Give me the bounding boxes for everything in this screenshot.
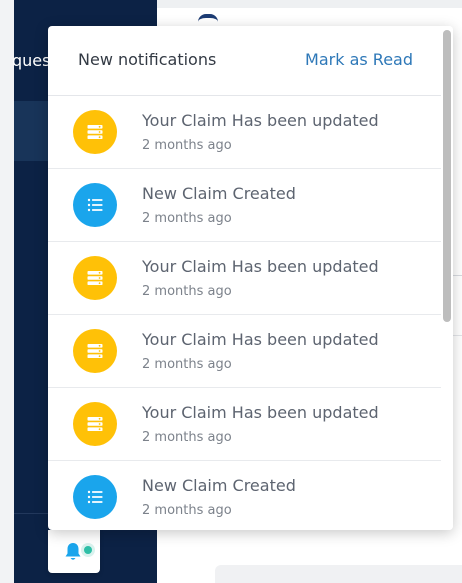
notification-item[interactable]: New Claim Created 2 months ago (48, 461, 441, 530)
notification-time: 2 months ago (142, 211, 232, 226)
sidebar-item-label: ques (12, 51, 51, 70)
server-icon (87, 344, 103, 358)
claim-created-badge (73, 475, 117, 519)
notification-item[interactable]: Your Claim Has been updated 2 months ago (48, 315, 441, 388)
server-icon (87, 125, 103, 139)
page-gutter (0, 0, 14, 583)
notification-message: New Claim Created (142, 476, 296, 495)
notifications-header: New notifications Mark as Read (48, 26, 453, 96)
mark-as-read-link[interactable]: Mark as Read (305, 50, 413, 69)
notification-message: Your Claim Has been updated (142, 403, 379, 422)
claim-updated-badge (73, 402, 117, 446)
notification-message: New Claim Created (142, 184, 296, 203)
divider (452, 275, 462, 276)
divider (452, 335, 462, 336)
notifications-title: New notifications (78, 50, 217, 69)
scrollbar[interactable] (441, 26, 453, 530)
notification-time: 2 months ago (142, 138, 232, 153)
bell-icon (65, 543, 81, 560)
scrollbar-thumb[interactable] (443, 30, 451, 322)
notifications-list: Your Claim Has been updated 2 months ago N… (48, 96, 441, 530)
notifications-bell-button[interactable] (48, 530, 100, 573)
notification-item[interactable]: Your Claim Has been updated 2 months ago (48, 388, 441, 461)
claim-updated-badge (73, 110, 117, 154)
server-icon (87, 271, 103, 285)
claim-created-badge (73, 183, 117, 227)
notification-message: Your Claim Has been updated (142, 257, 379, 276)
list-icon (87, 198, 103, 212)
notification-message: Your Claim Has been updated (142, 330, 379, 349)
unread-indicator (84, 546, 92, 554)
notification-message: Your Claim Has been updated (142, 111, 379, 130)
server-icon (87, 417, 103, 431)
list-icon (87, 490, 103, 504)
notification-item[interactable]: Your Claim Has been updated 2 months ago (48, 242, 441, 315)
main-header-strip (157, 0, 462, 8)
notification-time: 2 months ago (142, 284, 232, 299)
notifications-dropdown: New notifications Mark as Read Your Clai… (48, 26, 453, 530)
notification-time: 2 months ago (142, 357, 232, 372)
notification-time: 2 months ago (142, 430, 232, 445)
claim-updated-badge (73, 256, 117, 300)
notification-time: 2 months ago (142, 503, 232, 518)
notification-item[interactable]: New Claim Created 2 months ago (48, 169, 441, 242)
notification-item[interactable]: Your Claim Has been updated 2 months ago (48, 96, 441, 169)
claim-updated-badge (73, 329, 117, 373)
content-card (215, 565, 462, 583)
